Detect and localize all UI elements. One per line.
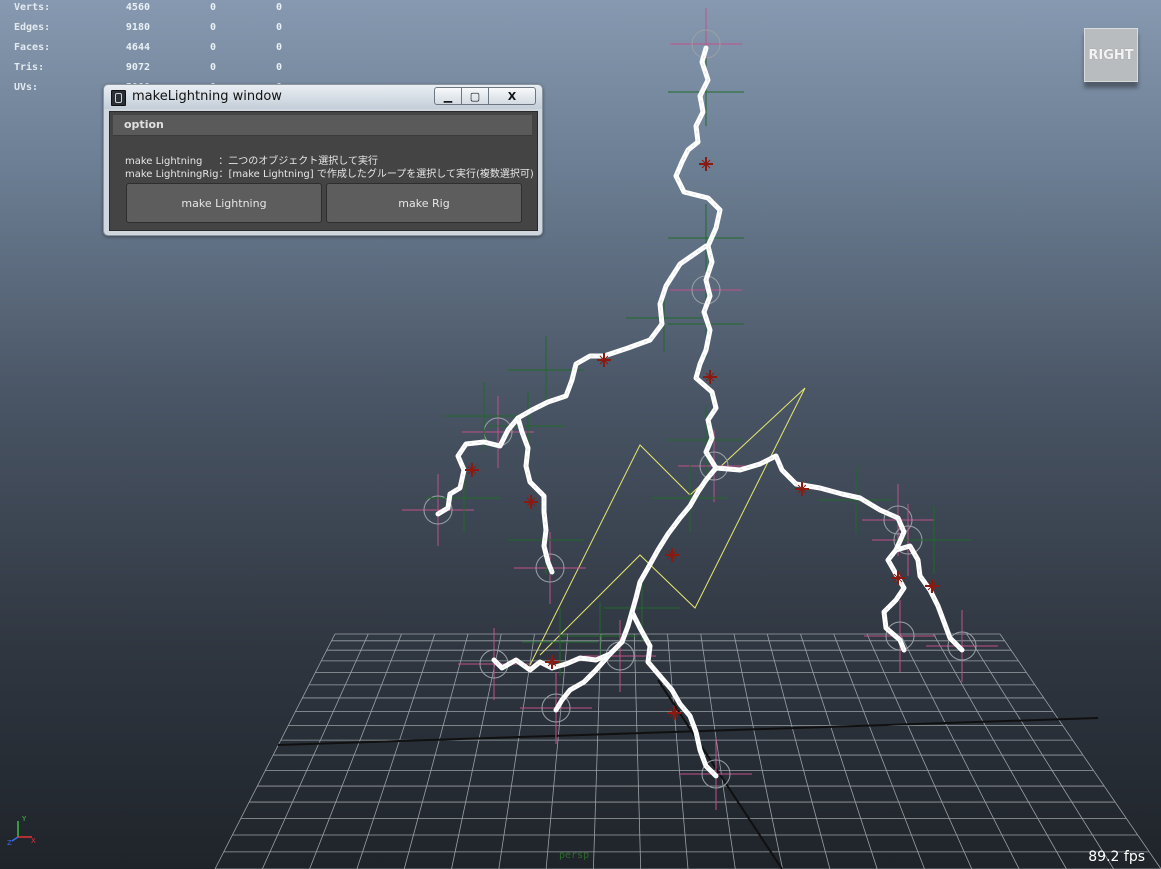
lightning-branch — [893, 543, 965, 653]
grid-line — [899, 633, 1020, 869]
axis-x-label: X — [31, 837, 36, 845]
hud-value: 0 — [275, 61, 282, 73]
hud-value: 9072 — [125, 61, 150, 73]
lightning-branch — [713, 453, 907, 653]
ground-grid — [214, 633, 1161, 869]
hud-row: Verts: 4560 0 0 — [14, 0, 282, 17]
lightning-branch — [515, 415, 555, 575]
option-frame-title: option — [124, 118, 164, 131]
lightning-branch — [629, 609, 719, 779]
hud-value: 0 — [275, 1, 282, 13]
grid-line — [800, 633, 878, 869]
grid-line — [866, 633, 973, 869]
hud-value: 4560 — [125, 1, 150, 13]
make-rig-button[interactable]: make Rig — [326, 183, 522, 223]
grid-line — [356, 633, 436, 869]
hud-label: Tris: — [14, 61, 45, 73]
ik-curve — [529, 387, 806, 666]
hud-row: Tris: 9072 0 0 — [14, 57, 282, 77]
axis-gizmo: Y X Z — [7, 815, 36, 847]
grid-line — [766, 633, 831, 869]
axis-z-label: Z — [7, 839, 12, 847]
grid-line — [261, 633, 369, 869]
axis-y-label: Y — [21, 815, 27, 823]
hud-label: Verts: — [14, 1, 51, 13]
minimize-button[interactable]: ▁ — [434, 87, 462, 105]
camera-label: persp — [559, 850, 590, 861]
window-body: option make Lightning ：二つのオブジェクト選択して実行 m… — [109, 111, 538, 231]
hud-label: UVs: — [14, 81, 39, 93]
window-titlebar[interactable]: makeLightning window ▁ ▢ X — [104, 85, 542, 109]
grid-line — [966, 633, 1115, 869]
grid-line — [403, 633, 469, 869]
lightning-branch-detail — [895, 545, 963, 651]
grid-line — [933, 633, 1067, 869]
grid-line — [999, 633, 1161, 869]
grid-line — [214, 633, 336, 869]
hud-value: 4644 — [125, 41, 150, 53]
help-text-line2: make LightningRig：[make Lightning] で作成した… — [125, 169, 534, 180]
grid-axis-line — [277, 717, 1099, 746]
hud-value: 9180 — [125, 21, 150, 33]
hud-value: 0 — [275, 41, 282, 53]
hud-value: 0 — [209, 61, 216, 73]
close-button[interactable]: X — [488, 87, 536, 105]
grid-line — [667, 633, 689, 869]
hud-value: 0 — [275, 21, 282, 33]
hud-row: Edges: 9180 0 0 — [14, 17, 282, 37]
grid-line — [833, 633, 925, 869]
hud-label: Faces: — [14, 41, 51, 53]
hud-value: 0 — [209, 1, 216, 13]
hud-row: Faces: 4644 0 0 — [14, 37, 282, 57]
hud-value: 0 — [209, 21, 216, 33]
make-lightning-window[interactable]: makeLightning window ▁ ▢ X option make L… — [103, 84, 543, 236]
option-frame-header[interactable]: option — [113, 115, 532, 136]
fps-counter: 89.2 fps — [1088, 849, 1145, 865]
maximize-button[interactable]: ▢ — [461, 87, 489, 105]
viewcube[interactable]: RIGHT — [1084, 28, 1138, 82]
app-icon — [111, 90, 126, 106]
grid-line — [309, 633, 402, 869]
make-lightning-button[interactable]: make Lightning — [126, 183, 322, 223]
grid-line — [633, 633, 642, 869]
window-title: makeLightning window — [132, 89, 282, 104]
poly-count-hud: Verts: 4560 0 0 Edges: 9180 0 0 Faces: 4644 0 0 Tris… — [14, 0, 282, 97]
hud-label: Edges: — [14, 21, 51, 33]
hud-value: 0 — [209, 41, 216, 53]
